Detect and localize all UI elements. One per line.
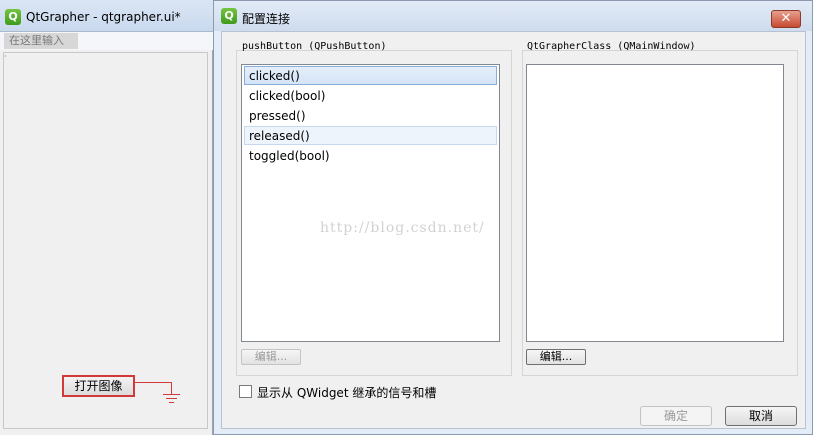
qt-logo-icon: Q	[221, 8, 237, 24]
sender-group-title: pushButton (QPushButton)	[242, 41, 387, 52]
show-inherited-label: 显示从 QWidget 继承的信号和槽	[257, 386, 437, 400]
open-image-form-button[interactable]: 打开图像	[62, 375, 135, 397]
close-icon: ✕	[780, 11, 792, 26]
edit-slots-button[interactable]: 编辑...	[526, 349, 586, 365]
menu-type-here-item[interactable]: 在这里输入	[4, 33, 78, 49]
signal-list-item[interactable]: clicked()	[244, 66, 497, 85]
designer-window-title: QtGrapher - qtgrapher.ui*	[26, 10, 181, 24]
signal-list-item[interactable]: toggled(bool)	[244, 146, 497, 165]
ground-symbol-line-1	[163, 394, 180, 395]
form-canvas[interactable]	[3, 52, 208, 429]
watermark: http://blog.csdn.net/	[320, 220, 485, 236]
dialog-body: pushButton (QPushButton) QtGrapherClass …	[221, 31, 806, 429]
designer-window: Q QtGrapher - qtgrapher.ui* 在这里输入 · 打开图像	[0, 0, 213, 435]
designer-titlebar: Q QtGrapher - qtgrapher.ui*	[0, 0, 213, 32]
designer-menubar: 在这里输入	[0, 32, 213, 50]
receiver-group-title: QtGrapherClass (QMainWindow)	[527, 41, 696, 52]
grid-dot: ·	[4, 52, 7, 61]
signal-list-item[interactable]: pressed()	[244, 106, 497, 125]
edit-signals-button[interactable]: 编辑...	[241, 349, 301, 365]
signal-list-item[interactable]: clicked(bool)	[244, 86, 497, 105]
ground-symbol-line-2	[166, 398, 177, 399]
configure-connection-dialog: Q 配置连接 ✕ pushButton (QPushButton) QtGrap…	[213, 0, 813, 435]
ground-symbol-line-3	[169, 402, 174, 403]
dialog-titlebar[interactable]: Q 配置连接 ✕	[214, 1, 812, 31]
connection-line-vertical	[171, 382, 172, 394]
close-button[interactable]: ✕	[771, 10, 801, 28]
signal-list[interactable]: clicked() clicked(bool) pressed() released(…	[241, 64, 500, 342]
qt-logo-icon: Q	[5, 9, 21, 25]
show-inherited-checkbox[interactable]	[239, 385, 252, 398]
signal-list-item[interactable]: released()	[244, 126, 497, 145]
dialog-title: 配置连接	[242, 12, 291, 26]
ok-button[interactable]: 确定	[640, 406, 712, 426]
cancel-button[interactable]: 取消	[725, 406, 797, 426]
slot-list[interactable]	[526, 64, 784, 342]
connection-line	[135, 382, 171, 383]
